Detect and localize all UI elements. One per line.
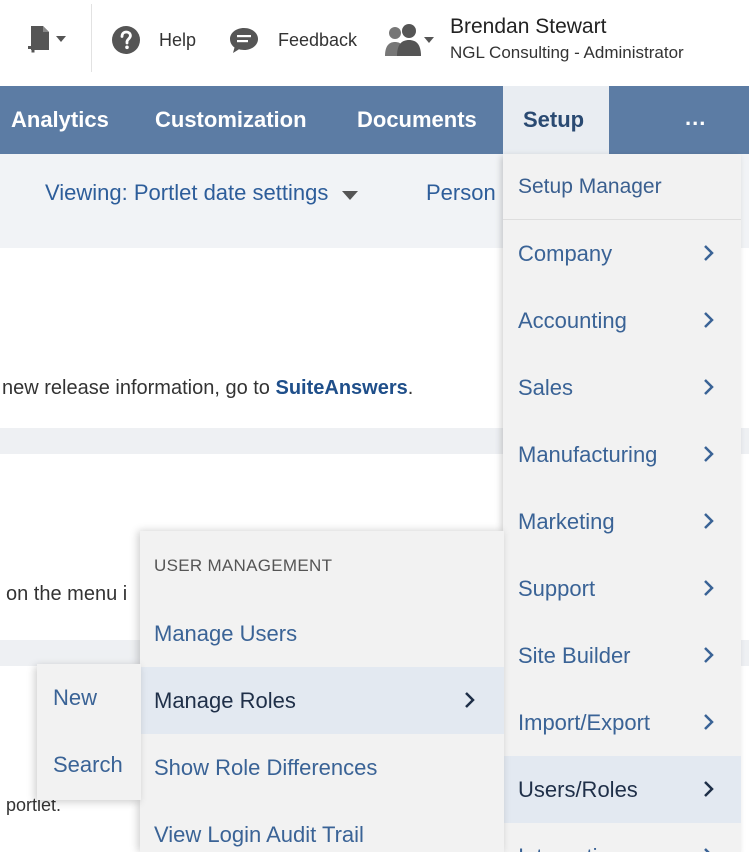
manage-users-item[interactable]: Manage Users [140, 600, 504, 667]
user-menu-button[interactable] [384, 22, 438, 60]
setup-item-label: Support [518, 576, 596, 601]
nav-more-button[interactable]: ... [685, 86, 706, 154]
release-info-text: new release information, go to SuiteAnsw… [2, 377, 413, 400]
release-info-prefix: new release information, go to [2, 377, 276, 399]
user-info[interactable]: Brendan Stewart NGL Consulting - Adminis… [450, 14, 684, 66]
setup-item-label: Import/Export [518, 710, 651, 735]
help-label: Help [159, 29, 197, 50]
setup-item-label: Integration [518, 844, 622, 852]
viewing-label: Viewing: Portlet date settings [45, 180, 329, 205]
personalize-link[interactable]: Person [426, 180, 496, 206]
setup-item-integration[interactable]: Integration [503, 823, 741, 852]
setup-item-label: Company [518, 241, 613, 266]
setup-item-label: Site Builder [518, 643, 631, 668]
caret-down-icon [342, 190, 359, 200]
help-button[interactable]: Help [112, 26, 196, 54]
new-role-item[interactable]: New [37, 664, 141, 731]
chevron-right-icon [704, 848, 710, 852]
view-login-audit-trail-item[interactable]: View Login Audit Trail [140, 801, 504, 852]
user-management-header: USER MANAGEMENT [154, 556, 333, 575]
show-role-differences-item[interactable]: Show Role Differences [140, 734, 504, 801]
nav-analytics[interactable]: Analytics [11, 86, 109, 154]
chevron-right-icon [704, 781, 714, 797]
chevron-right-icon [704, 245, 714, 261]
setup-manager-item[interactable]: Setup Manager [503, 154, 741, 220]
setup-item-accounting[interactable]: Accounting [503, 287, 741, 354]
users-icon [385, 24, 434, 56]
release-info-suffix: . [407, 377, 414, 399]
manage-roles-item[interactable]: Manage Roles [140, 667, 504, 734]
setup-item-label: Users/Roles [518, 777, 638, 802]
chevron-right-icon [704, 446, 714, 462]
help-icon [112, 26, 140, 54]
chevron-right-icon [704, 580, 714, 596]
setup-item-company[interactable]: Company [503, 220, 741, 287]
setup-item-marketing[interactable]: Marketing [503, 488, 741, 555]
setup-dropdown-menu: Setup Manager Company Accounting Sales M… [503, 154, 741, 852]
menu-instruction-text: on the menu i [6, 583, 128, 605]
setup-item-manufacturing[interactable]: Manufacturing [503, 421, 741, 488]
nav-documents[interactable]: Documents [357, 86, 477, 154]
create-new-icon [28, 26, 66, 53]
setup-item-support[interactable]: Support [503, 555, 741, 622]
viewing-dropdown[interactable]: Viewing: Portlet date settings [45, 180, 359, 206]
user-management-submenu: USER MANAGEMENT Manage Users Manage Role… [140, 531, 504, 852]
chevron-right-icon [704, 379, 714, 395]
main-nav: Analytics Customization Documents Setup … [0, 86, 749, 154]
create-new-button[interactable] [26, 24, 70, 60]
nav-customization[interactable]: Customization [155, 86, 307, 154]
chevron-right-icon [704, 312, 714, 328]
top-header: Help Feedback Brendan Stewart NGL Consul… [0, 0, 749, 86]
search-roles-item[interactable]: Search [37, 731, 141, 798]
chevron-right-icon [704, 714, 714, 730]
manage-roles-label: Manage Roles [154, 688, 296, 713]
header-divider [91, 4, 92, 72]
user-role: NGL Consulting - Administrator [450, 43, 684, 62]
setup-item-import-export[interactable]: Import/Export [503, 689, 741, 756]
feedback-icon [230, 28, 258, 53]
nav-setup[interactable]: Setup [503, 86, 609, 154]
feedback-button[interactable]: Feedback [229, 26, 357, 54]
setup-item-site-builder[interactable]: Site Builder [503, 622, 741, 689]
roles-submenu: New Search [37, 664, 141, 800]
feedback-label: Feedback [278, 29, 358, 50]
setup-item-label: Accounting [518, 308, 627, 333]
setup-item-sales[interactable]: Sales [503, 354, 741, 421]
setup-item-label: Sales [518, 375, 574, 400]
setup-item-users-roles[interactable]: Users/Roles [503, 756, 741, 823]
chevron-right-icon [704, 647, 714, 663]
chevron-right-icon [465, 692, 475, 708]
chevron-right-icon [704, 513, 714, 529]
setup-item-label: Manufacturing [518, 442, 658, 467]
user-name: Brendan Stewart [450, 15, 607, 38]
suiteanswers-link[interactable]: SuiteAnswers [276, 377, 408, 399]
setup-item-label: Marketing [518, 509, 615, 534]
